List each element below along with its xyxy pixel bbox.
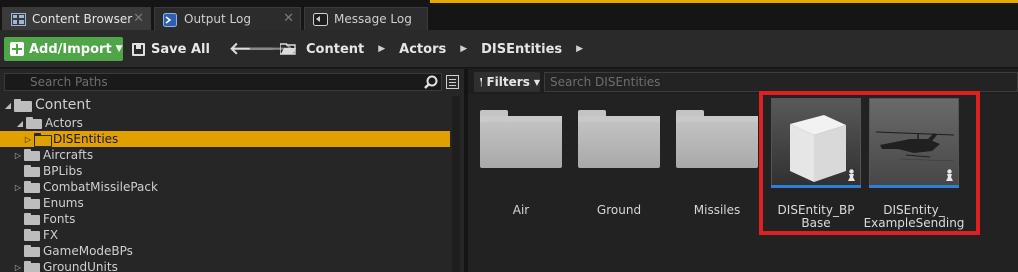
chevron-right-icon[interactable]: ▶ <box>378 44 385 54</box>
folder-label: Missiles <box>693 203 741 217</box>
folder-icon <box>24 181 40 193</box>
toolbar: Add/Import ▼ Save All 🡐 🡒 Content ▶ Acto… <box>0 30 1018 68</box>
folder-tile-ground[interactable]: Ground <box>578 110 660 220</box>
tree-item-gamemodebps[interactable]: GameModeBPs <box>0 243 450 259</box>
close-icon[interactable]: ✕ <box>133 11 144 26</box>
folder-label: Ground <box>596 203 642 217</box>
tab-content-browser[interactable]: Content Browser ✕ <box>2 7 151 30</box>
search-assets-input[interactable]: Search DISEntities <box>544 72 1018 92</box>
tab-label: Content Browser <box>32 12 133 26</box>
tree-item-fonts[interactable]: Fonts <box>0 211 450 227</box>
tree-item-content[interactable]: ◢ Content <box>0 97 450 113</box>
folder-icon <box>24 149 40 161</box>
tree-item-label: DISEntities <box>53 132 119 146</box>
breadcrumb-disentities[interactable]: DISEntities <box>481 42 562 57</box>
tree-item-label: Fonts <box>43 212 76 226</box>
folder-icon <box>14 98 32 112</box>
collapsed-arrow-icon[interactable]: ▷ <box>14 151 22 160</box>
close-icon[interactable]: ✕ <box>283 11 294 26</box>
tree-item-label: Aircrafts <box>43 148 94 162</box>
tree-item-label: Actors <box>45 116 83 130</box>
tree-item-disentities[interactable]: ▷ DISEntities <box>0 131 450 147</box>
tab-output-log[interactable]: Output Log ✕ <box>154 7 301 30</box>
folder-icon <box>24 229 40 241</box>
breadcrumb-content[interactable]: Content <box>306 42 364 57</box>
tab-strip: Content Browser ✕ Output Log ✕ Message L… <box>0 0 1018 30</box>
plus-icon <box>10 42 24 56</box>
tree-item-actors[interactable]: ◢ Actors <box>0 115 450 131</box>
collapsed-arrow-icon[interactable]: ▷ <box>14 263 22 272</box>
folder-tile-missiles[interactable]: Missiles <box>676 110 758 220</box>
breadcrumb: Content ▶ Actors ▶ DISEntities ▶ <box>279 37 597 61</box>
highlight-box <box>759 91 980 235</box>
folder-icon <box>24 165 40 177</box>
save-all-label: Save All <box>151 41 210 57</box>
tree-item-label: BPLibs <box>43 164 83 178</box>
filters-label: Filters <box>486 75 530 89</box>
output-log-icon <box>163 12 178 27</box>
add-import-button[interactable]: Add/Import ▼ <box>4 37 123 61</box>
tree-scrollbar[interactable] <box>452 96 460 272</box>
tab-label: Output Log <box>184 12 251 26</box>
chevron-right-icon[interactable]: ▶ <box>460 44 467 54</box>
breadcrumb-actors[interactable]: Actors <box>399 42 446 57</box>
save-all-button[interactable]: Save All <box>132 37 210 61</box>
tree-item-label: Enums <box>43 196 84 210</box>
chevron-down-icon: ▼ <box>115 44 123 54</box>
search-paths-input[interactable]: Search Paths <box>4 73 442 91</box>
expanded-arrow-icon[interactable]: ◢ <box>16 119 24 128</box>
filter-icon <box>480 77 483 87</box>
folder-icon <box>676 110 758 168</box>
tree-item-label: Content <box>35 97 91 113</box>
path-tree-panel: Search Paths ◢ Content ◢ Actors ▷ DISEnt… <box>0 69 464 272</box>
expanded-arrow-icon[interactable]: ◢ <box>4 101 12 110</box>
add-import-label: Add/Import <box>29 41 112 57</box>
tree-item-label: FX <box>43 228 59 242</box>
folder-icon <box>24 213 40 225</box>
tab-strip-accent <box>430 0 1018 3</box>
tree-item-enums[interactable]: Enums <box>0 195 450 211</box>
folder-icon <box>480 110 562 168</box>
tree-item-combatmissilepack[interactable]: ▷ CombatMissilePack <box>0 179 450 195</box>
filters-button[interactable]: Filters ▼ <box>474 72 540 92</box>
tree-item-fx[interactable]: FX <box>0 227 450 243</box>
tree-item-label: GroundUnits <box>43 260 118 272</box>
folder-icon <box>26 117 42 129</box>
view-options-icon[interactable] <box>446 75 459 89</box>
folder-icon <box>279 43 296 55</box>
folder-icon <box>24 245 40 257</box>
tab-label: Message Log <box>334 12 412 26</box>
tree-item-label: GameModeBPs <box>43 244 133 258</box>
folder-icon <box>578 110 660 168</box>
folder-icon <box>34 133 52 147</box>
chevron-right-icon[interactable]: ▶ <box>576 44 583 54</box>
content-browser-icon <box>11 12 26 26</box>
folder-icon <box>24 261 40 272</box>
tab-message-log[interactable]: Message Log <box>304 7 428 30</box>
message-log-icon <box>313 12 328 26</box>
tree-item-aircrafts[interactable]: ▷ Aircrafts <box>0 147 450 163</box>
chevron-down-icon: ▼ <box>533 77 540 87</box>
folder-tree: ◢ Content ◢ Actors ▷ DISEntities ▷ Aircr… <box>0 96 450 272</box>
collapsed-arrow-icon[interactable]: ▷ <box>14 183 22 192</box>
folder-tile-air[interactable]: Air <box>480 110 562 220</box>
collapsed-arrow-icon[interactable]: ▷ <box>24 135 32 144</box>
tree-item-bplibs[interactable]: BPLibs <box>0 163 450 179</box>
save-icon <box>132 42 145 56</box>
tree-item-label: CombatMissilePack <box>43 180 158 194</box>
tree-item-groundunits[interactable]: ▷ GroundUnits <box>0 259 450 272</box>
folder-label: Air <box>512 203 530 217</box>
folder-icon <box>24 197 40 209</box>
search-icon[interactable] <box>424 75 438 89</box>
